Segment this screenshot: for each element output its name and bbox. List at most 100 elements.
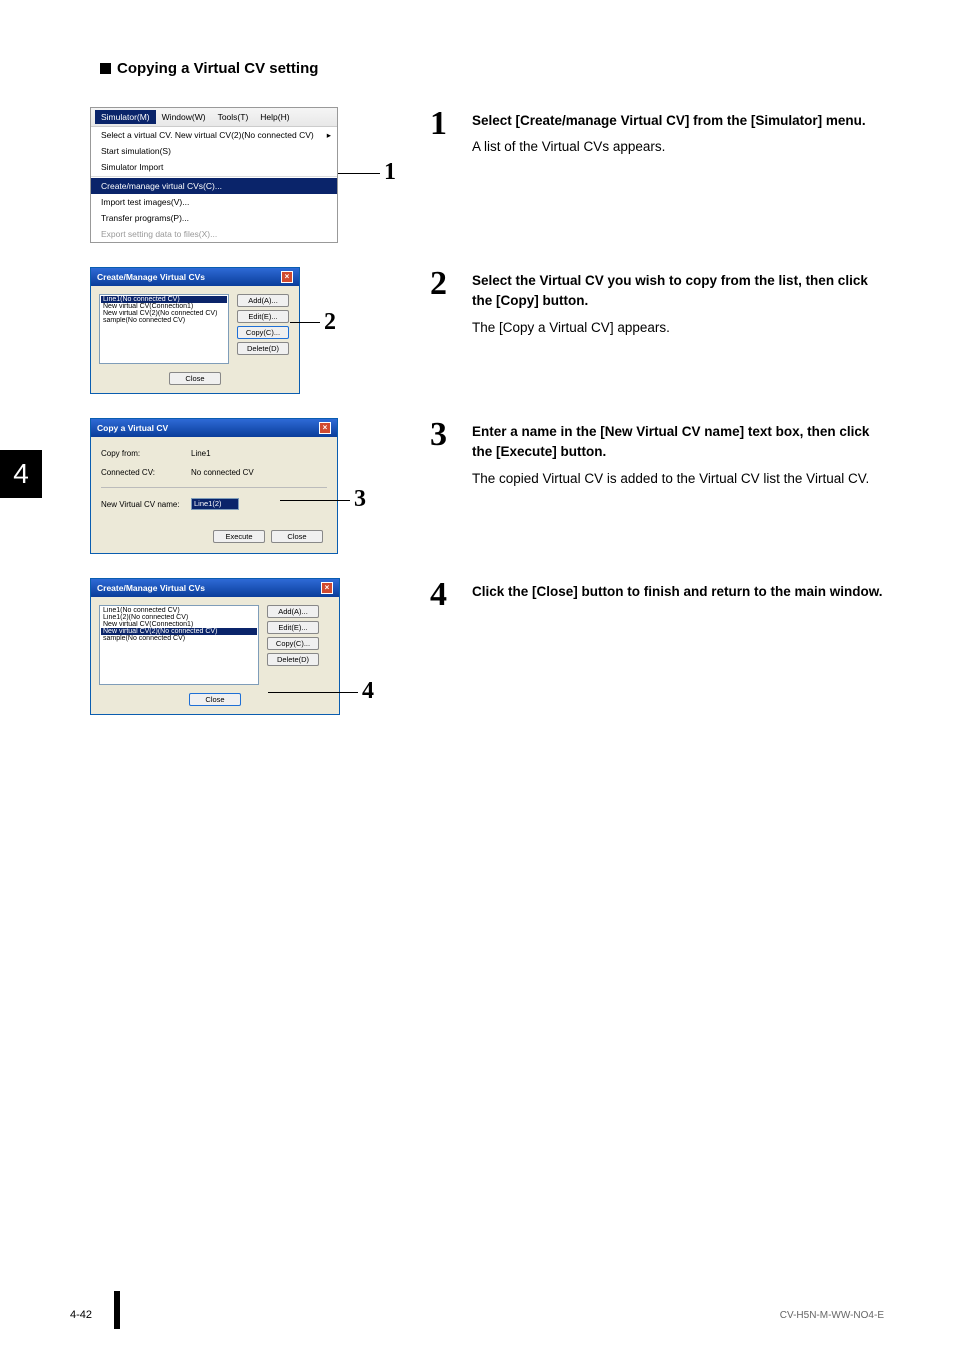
heading-text: Copying a Virtual CV setting [117,60,318,77]
connected-cv-row: Connected CV: No connected CV [101,468,327,477]
callout-line-4 [268,692,358,693]
menu-item-select-cv[interactable]: Select a virtual CV. New virtual CV(2)(N… [91,127,337,143]
menu-tools[interactable]: Tools(T) [212,110,255,124]
app-menu: Simulator(M) Window(W) Tools(T) Help(H) … [90,107,338,243]
list-item[interactable]: New virtual CV(Connection1) [101,621,257,628]
list-item[interactable]: sample(No connected CV) [101,635,257,642]
step-row-2: Create/Manage Virtual CVs × Line1(No con… [90,267,884,394]
callout-4: 4 [362,678,374,705]
close-button[interactable]: Close [271,530,323,543]
step-row-3: Copy a Virtual CV × Copy from: Line1 Con… [90,418,884,554]
menu-window[interactable]: Window(W) [156,110,212,124]
callout-line-3 [280,500,350,501]
list-item[interactable]: sample(No connected CV) [101,317,227,324]
new-name-input[interactable]: Line1(2) [191,498,239,510]
screenshot-4: Create/Manage Virtual CVs × Line1(No con… [90,578,390,715]
dialog-buttons-2: Add(A)... Edit(E)... Copy(C)... Delete(D… [237,294,289,364]
step-body-3: Enter a name in the [New Virtual CV name… [472,418,884,489]
step-1-text: 1 Select [Create/manage Virtual CV] from… [430,107,884,158]
dialog-footer-2: Close [91,372,299,393]
manage-dialog-4: Create/Manage Virtual CVs × Line1(No con… [90,578,340,715]
step-1-title: Select [Create/manage Virtual CV] from t… [472,111,866,131]
step-number-3: 3 [430,418,458,452]
step-body-1: Select [Create/manage Virtual CV] from t… [472,107,866,158]
bullet-icon [100,63,111,74]
list-item[interactable]: Line1(No connected CV) [101,296,227,303]
screenshot-1: Simulator(M) Window(W) Tools(T) Help(H) … [90,107,390,243]
delete-button[interactable]: Delete(D) [237,342,289,355]
callout-line-1 [338,173,380,174]
connected-cv-value: No connected CV [191,468,254,477]
list-item[interactable]: Line1(2)(No connected CV) [101,614,257,621]
copy-dialog-footer: Execute Close [101,520,327,543]
cv-listbox-2[interactable]: Line1(No connected CV) New virtual CV(Co… [99,294,229,364]
execute-button[interactable]: Execute [213,530,265,543]
dialog-body-4: Line1(No connected CV) Line1(2)(No conne… [91,597,339,693]
copy-button[interactable]: Copy(C)... [237,326,289,339]
add-button[interactable]: Add(A)... [237,294,289,307]
close-icon[interactable]: × [281,271,293,283]
step-4-text: 4 Click the [Close] button to finish and… [430,578,884,612]
step-3-text: 3 Enter a name in the [New Virtual CV na… [430,418,884,489]
copy-from-label: Copy from: [101,449,191,458]
menu-item-sim-import[interactable]: Simulator Import [91,159,337,175]
close-button[interactable]: Close [189,693,241,706]
menu-help[interactable]: Help(H) [254,110,295,124]
callout-1: 1 [384,159,396,186]
copy-button[interactable]: Copy(C)... [267,637,319,650]
copy-from-row: Copy from: Line1 [101,449,327,458]
chapter-tab: 4 [0,450,42,498]
dialog-title-2: Create/Manage Virtual CVs [97,272,205,282]
step-row-1: Simulator(M) Window(W) Tools(T) Help(H) … [90,107,884,243]
list-item[interactable]: Line1(No connected CV) [101,607,257,614]
submenu-arrow-icon: ▸ [327,130,331,141]
section-heading: Copying a Virtual CV setting [100,60,884,77]
dialog-titlebar-4: Create/Manage Virtual CVs × [91,579,339,597]
menu-item-export: Export setting data to files(X)... [91,226,337,242]
dialog-titlebar-2: Create/Manage Virtual CVs × [91,268,299,286]
footer-bar-icon [114,1291,120,1329]
step-body-2: Select the Virtual CV you wish to copy f… [472,267,884,338]
callout-2: 2 [324,309,336,336]
menu-dropdown: Select a virtual CV. New virtual CV(2)(N… [91,127,337,242]
close-button[interactable]: Close [169,372,221,385]
menu-item-import-images[interactable]: Import test images(V)... [91,194,337,210]
connected-cv-label: Connected CV: [101,468,191,477]
page-footer: 4-42 CV-H5N-M-WW-NO4-E [0,1309,954,1321]
step-number-1: 1 [430,107,458,141]
menu-simulator[interactable]: Simulator(M) [95,110,156,124]
page-number: 4-42 [70,1309,92,1321]
dialog-footer-4: Close [91,693,339,714]
add-button[interactable]: Add(A)... [267,605,319,618]
page-content: Copying a Virtual CV setting Simulator(M… [0,0,954,715]
copy-dialog: Copy a Virtual CV × Copy from: Line1 Con… [90,418,338,554]
menu-item-create-manage[interactable]: Create/manage virtual CVs(C)... [91,178,337,194]
menu-item-start-sim[interactable]: Start simulation(S) [91,143,337,159]
copy-dialog-title: Copy a Virtual CV [97,423,168,433]
step-4-title: Click the [Close] button to finish and r… [472,582,883,602]
list-item[interactable]: New virtual CV(Connection1) [101,303,227,310]
callout-3: 3 [354,486,366,513]
delete-button[interactable]: Delete(D) [267,653,319,666]
screenshot-3: Copy a Virtual CV × Copy from: Line1 Con… [90,418,390,554]
list-item[interactable]: New virtual CV(2)(No connected CV) [101,628,257,635]
close-icon[interactable]: × [321,582,333,594]
step-number-2: 2 [430,267,458,301]
copy-from-value: Line1 [191,449,211,458]
list-item[interactable]: New virtual CV(2)(No connected CV) [101,310,227,317]
step-3-title: Enter a name in the [New Virtual CV name… [472,422,884,463]
step-1-desc: A list of the Virtual CVs appears. [472,137,866,157]
step-number-4: 4 [430,578,458,612]
copy-dialog-body: Copy from: Line1 Connected CV: No connec… [91,437,337,553]
step-2-text: 2 Select the Virtual CV you wish to copy… [430,267,884,338]
cv-listbox-4[interactable]: Line1(No connected CV) Line1(2)(No conne… [99,605,259,685]
edit-button[interactable]: Edit(E)... [267,621,319,634]
close-icon[interactable]: × [319,422,331,434]
screenshot-2: Create/Manage Virtual CVs × Line1(No con… [90,267,390,394]
edit-button[interactable]: Edit(E)... [237,310,289,323]
step-row-4: Create/Manage Virtual CVs × Line1(No con… [90,578,884,715]
doc-id: CV-H5N-M-WW-NO4-E [780,1310,884,1321]
step-2-title: Select the Virtual CV you wish to copy f… [472,271,884,312]
menu-item-transfer[interactable]: Transfer programs(P)... [91,210,337,226]
step-3-desc: The copied Virtual CV is added to the Vi… [472,469,884,489]
